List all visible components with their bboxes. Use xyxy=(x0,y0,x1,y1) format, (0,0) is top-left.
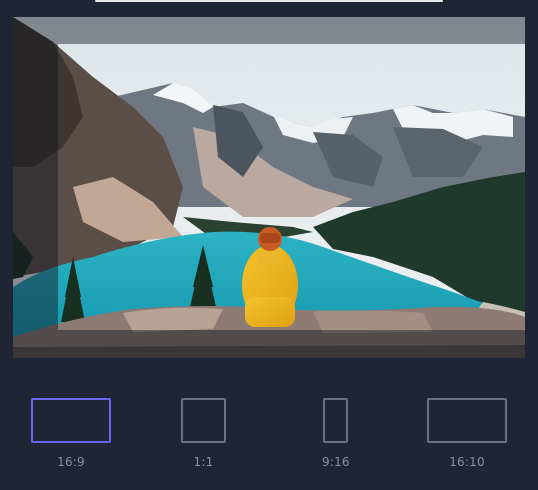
aspect-ratio-label: 1:1 xyxy=(193,455,214,469)
photo-preview[interactable] xyxy=(13,17,525,358)
aspect-ratio-1-1-icon xyxy=(181,398,226,443)
aspect-ratio-9-16[interactable]: 9:16 xyxy=(322,398,350,469)
aspect-ratio-9-16-icon xyxy=(323,398,349,443)
landscape-image xyxy=(13,17,525,358)
aspect-ratio-16-10-icon xyxy=(427,398,507,443)
aspect-ratio-1-1[interactable]: 1:1 xyxy=(181,398,226,469)
crop-overlay-left xyxy=(13,44,58,330)
crop-overlay-top xyxy=(13,17,525,44)
aspect-ratio-16-9[interactable]: 16:9 xyxy=(31,398,111,469)
aspect-ratio-label: 16:10 xyxy=(449,455,485,469)
aspect-ratio-label: 16:9 xyxy=(57,455,85,469)
top-handle-bar xyxy=(95,0,443,2)
crop-overlay-bottom xyxy=(13,330,525,358)
aspect-ratio-16-10[interactable]: 16:10 xyxy=(427,398,507,469)
aspect-ratio-label: 9:16 xyxy=(322,455,350,469)
aspect-ratio-16-9-icon xyxy=(31,398,111,443)
